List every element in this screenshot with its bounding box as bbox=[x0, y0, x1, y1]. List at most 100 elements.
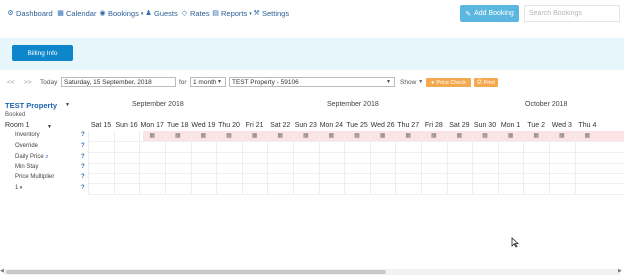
help-icon[interactable]: ? bbox=[81, 164, 85, 170]
nav-bookings-label: Bookings bbox=[108, 9, 139, 18]
day-header: Wed 26 bbox=[370, 122, 395, 129]
day-header: Fri 21 bbox=[245, 122, 264, 129]
chevron-down-icon[interactable]: ▼ bbox=[65, 102, 70, 108]
help-icon[interactable]: ? bbox=[81, 154, 85, 160]
scrollbar-thumb[interactable] bbox=[6, 270, 386, 274]
month-label: September 2018 bbox=[327, 101, 379, 108]
day-header: Sat 15 bbox=[90, 122, 112, 129]
print-button[interactable]: ⎙ Print bbox=[474, 78, 498, 87]
add-booking-button[interactable]: ✎ Add Booking bbox=[460, 5, 519, 22]
nav-rates-label: Rates bbox=[190, 9, 210, 18]
nav-reports[interactable]: ▤ Reports ▾ bbox=[212, 9, 252, 18]
guests-icon: ♟ bbox=[145, 10, 152, 17]
dashboard-icon: ⚙ bbox=[7, 10, 14, 17]
rates-icon: ◇ bbox=[181, 10, 188, 17]
month-label: October 2018 bbox=[525, 101, 568, 108]
show-label: Show bbox=[400, 78, 417, 86]
date-value: Saturday, 15 September, 2018 bbox=[64, 78, 152, 86]
grid-row-line bbox=[88, 183, 624, 184]
property-value: TEST Property - 59106 bbox=[232, 78, 299, 86]
nav-calendar[interactable]: ▦ Calendar bbox=[57, 9, 96, 18]
chevron-down-icon: ▾ bbox=[140, 10, 144, 17]
property-select[interactable]: TEST Property - 59106 ▼ bbox=[229, 77, 395, 87]
chevron-down-icon: ▾ bbox=[249, 10, 252, 17]
grid-row-line bbox=[88, 152, 624, 153]
show-dropdown[interactable]: Show ▼ bbox=[400, 77, 423, 87]
period-value: 1 month bbox=[193, 78, 217, 86]
bed-icon[interactable]: ▦ bbox=[149, 132, 155, 139]
price-check-icon: ● bbox=[431, 79, 435, 86]
nav-guests-label: Guests bbox=[154, 9, 178, 18]
date-field[interactable]: Saturday, 15 September, 2018 bbox=[61, 77, 176, 87]
nav-dashboard[interactable]: ⚙ Dashboard bbox=[7, 9, 52, 18]
day-header: Thu 27 bbox=[397, 122, 420, 129]
bed-icon[interactable]: ▦ bbox=[175, 132, 181, 139]
scroll-left-icon[interactable]: ◀ bbox=[0, 268, 4, 274]
bed-icon[interactable]: ▦ bbox=[431, 132, 437, 139]
bed-icon[interactable]: ▦ bbox=[585, 132, 591, 139]
scroll-right-icon[interactable]: ▶ bbox=[618, 268, 622, 274]
chevron-down-icon: ▼ bbox=[217, 79, 222, 85]
price-check-button[interactable]: ● Price Check bbox=[426, 78, 471, 87]
settings-icon: ⚒ bbox=[253, 10, 260, 17]
grid-row-line bbox=[88, 173, 624, 174]
nav-guests[interactable]: ♟ Guests bbox=[145, 9, 178, 18]
day-header: Sun 30 bbox=[473, 122, 497, 129]
bed-icon[interactable]: ▦ bbox=[252, 132, 258, 139]
day-header: Mon 1 bbox=[500, 122, 521, 129]
grid-row-line bbox=[88, 141, 624, 142]
help-icon[interactable]: ? bbox=[81, 132, 85, 138]
period-select[interactable]: 1 month ▼ bbox=[190, 77, 226, 87]
bed-icon[interactable]: ▦ bbox=[508, 132, 514, 139]
grid-row-line bbox=[88, 163, 624, 164]
bed-icon[interactable]: ▦ bbox=[303, 132, 309, 139]
billing-info-button[interactable]: Billing Info bbox=[12, 45, 73, 61]
nav-bookings[interactable]: ◉ Bookings ▾ bbox=[99, 9, 143, 18]
row-label[interactable]: 1 ▾ bbox=[15, 185, 22, 191]
bed-icon[interactable]: ▦ bbox=[559, 132, 565, 139]
day-header: Sat 29 bbox=[449, 122, 470, 129]
price-check-label: Price Check bbox=[436, 79, 466, 86]
day-header: Tue 2 bbox=[527, 122, 546, 129]
print-icon: ⎙ bbox=[477, 79, 482, 85]
help-icon[interactable]: ? bbox=[81, 185, 85, 191]
help-icon[interactable]: ? bbox=[81, 143, 85, 149]
day-header: Wed 19 bbox=[191, 122, 216, 129]
row-label: Override bbox=[15, 143, 39, 149]
day-header: Fri 28 bbox=[424, 122, 443, 129]
row-label: Price Multiplier bbox=[15, 174, 55, 180]
day-header: Mon 17 bbox=[140, 122, 164, 129]
chevron-down-icon[interactable]: ▾ bbox=[18, 185, 23, 191]
print-label: Print bbox=[483, 79, 495, 86]
bed-icon[interactable]: ▦ bbox=[482, 132, 488, 139]
bed-icon[interactable]: ▦ bbox=[226, 132, 232, 139]
bed-icon[interactable]: ▦ bbox=[405, 132, 411, 139]
nav-settings[interactable]: ⚒ Settings bbox=[253, 9, 289, 18]
chevron-down-icon: ▼ bbox=[418, 79, 424, 85]
bed-icon[interactable]: ▦ bbox=[457, 132, 463, 139]
search-icon[interactable]: ⌕ bbox=[44, 154, 48, 160]
today-button[interactable]: Today bbox=[40, 77, 57, 87]
top-navigation: ⚙ Dashboard ▦ Calendar ◉ Bookings ▾ ♟ Gu… bbox=[0, 0, 624, 30]
day-header: Wed 3 bbox=[551, 122, 572, 129]
bed-icon[interactable]: ▦ bbox=[277, 132, 283, 139]
bed-icon[interactable]: ▦ bbox=[354, 132, 360, 139]
calendar-icon: ▦ bbox=[57, 10, 64, 17]
bed-icon[interactable]: ▦ bbox=[201, 132, 207, 139]
day-header: Tue 18 bbox=[167, 122, 189, 129]
room-select[interactable]: Room 1 bbox=[5, 122, 30, 129]
next-button[interactable]: >> bbox=[24, 77, 32, 87]
chevron-down-icon[interactable]: ▼ bbox=[47, 124, 52, 130]
reports-icon: ▤ bbox=[212, 10, 219, 17]
search-bookings-input[interactable] bbox=[524, 5, 620, 22]
prev-button[interactable]: << bbox=[7, 77, 15, 87]
bed-icon[interactable]: ▦ bbox=[380, 132, 386, 139]
bed-icon[interactable]: ▦ bbox=[533, 132, 539, 139]
nav-rates[interactable]: ◇ Rates bbox=[181, 9, 210, 18]
bed-icon[interactable]: ▦ bbox=[329, 132, 335, 139]
chevron-down-icon: ▼ bbox=[386, 79, 391, 85]
property-title[interactable]: TEST Property bbox=[5, 101, 57, 110]
help-icon[interactable]: ? bbox=[81, 174, 85, 180]
grid-row-line bbox=[88, 194, 624, 195]
nav-settings-label: Settings bbox=[262, 9, 290, 18]
